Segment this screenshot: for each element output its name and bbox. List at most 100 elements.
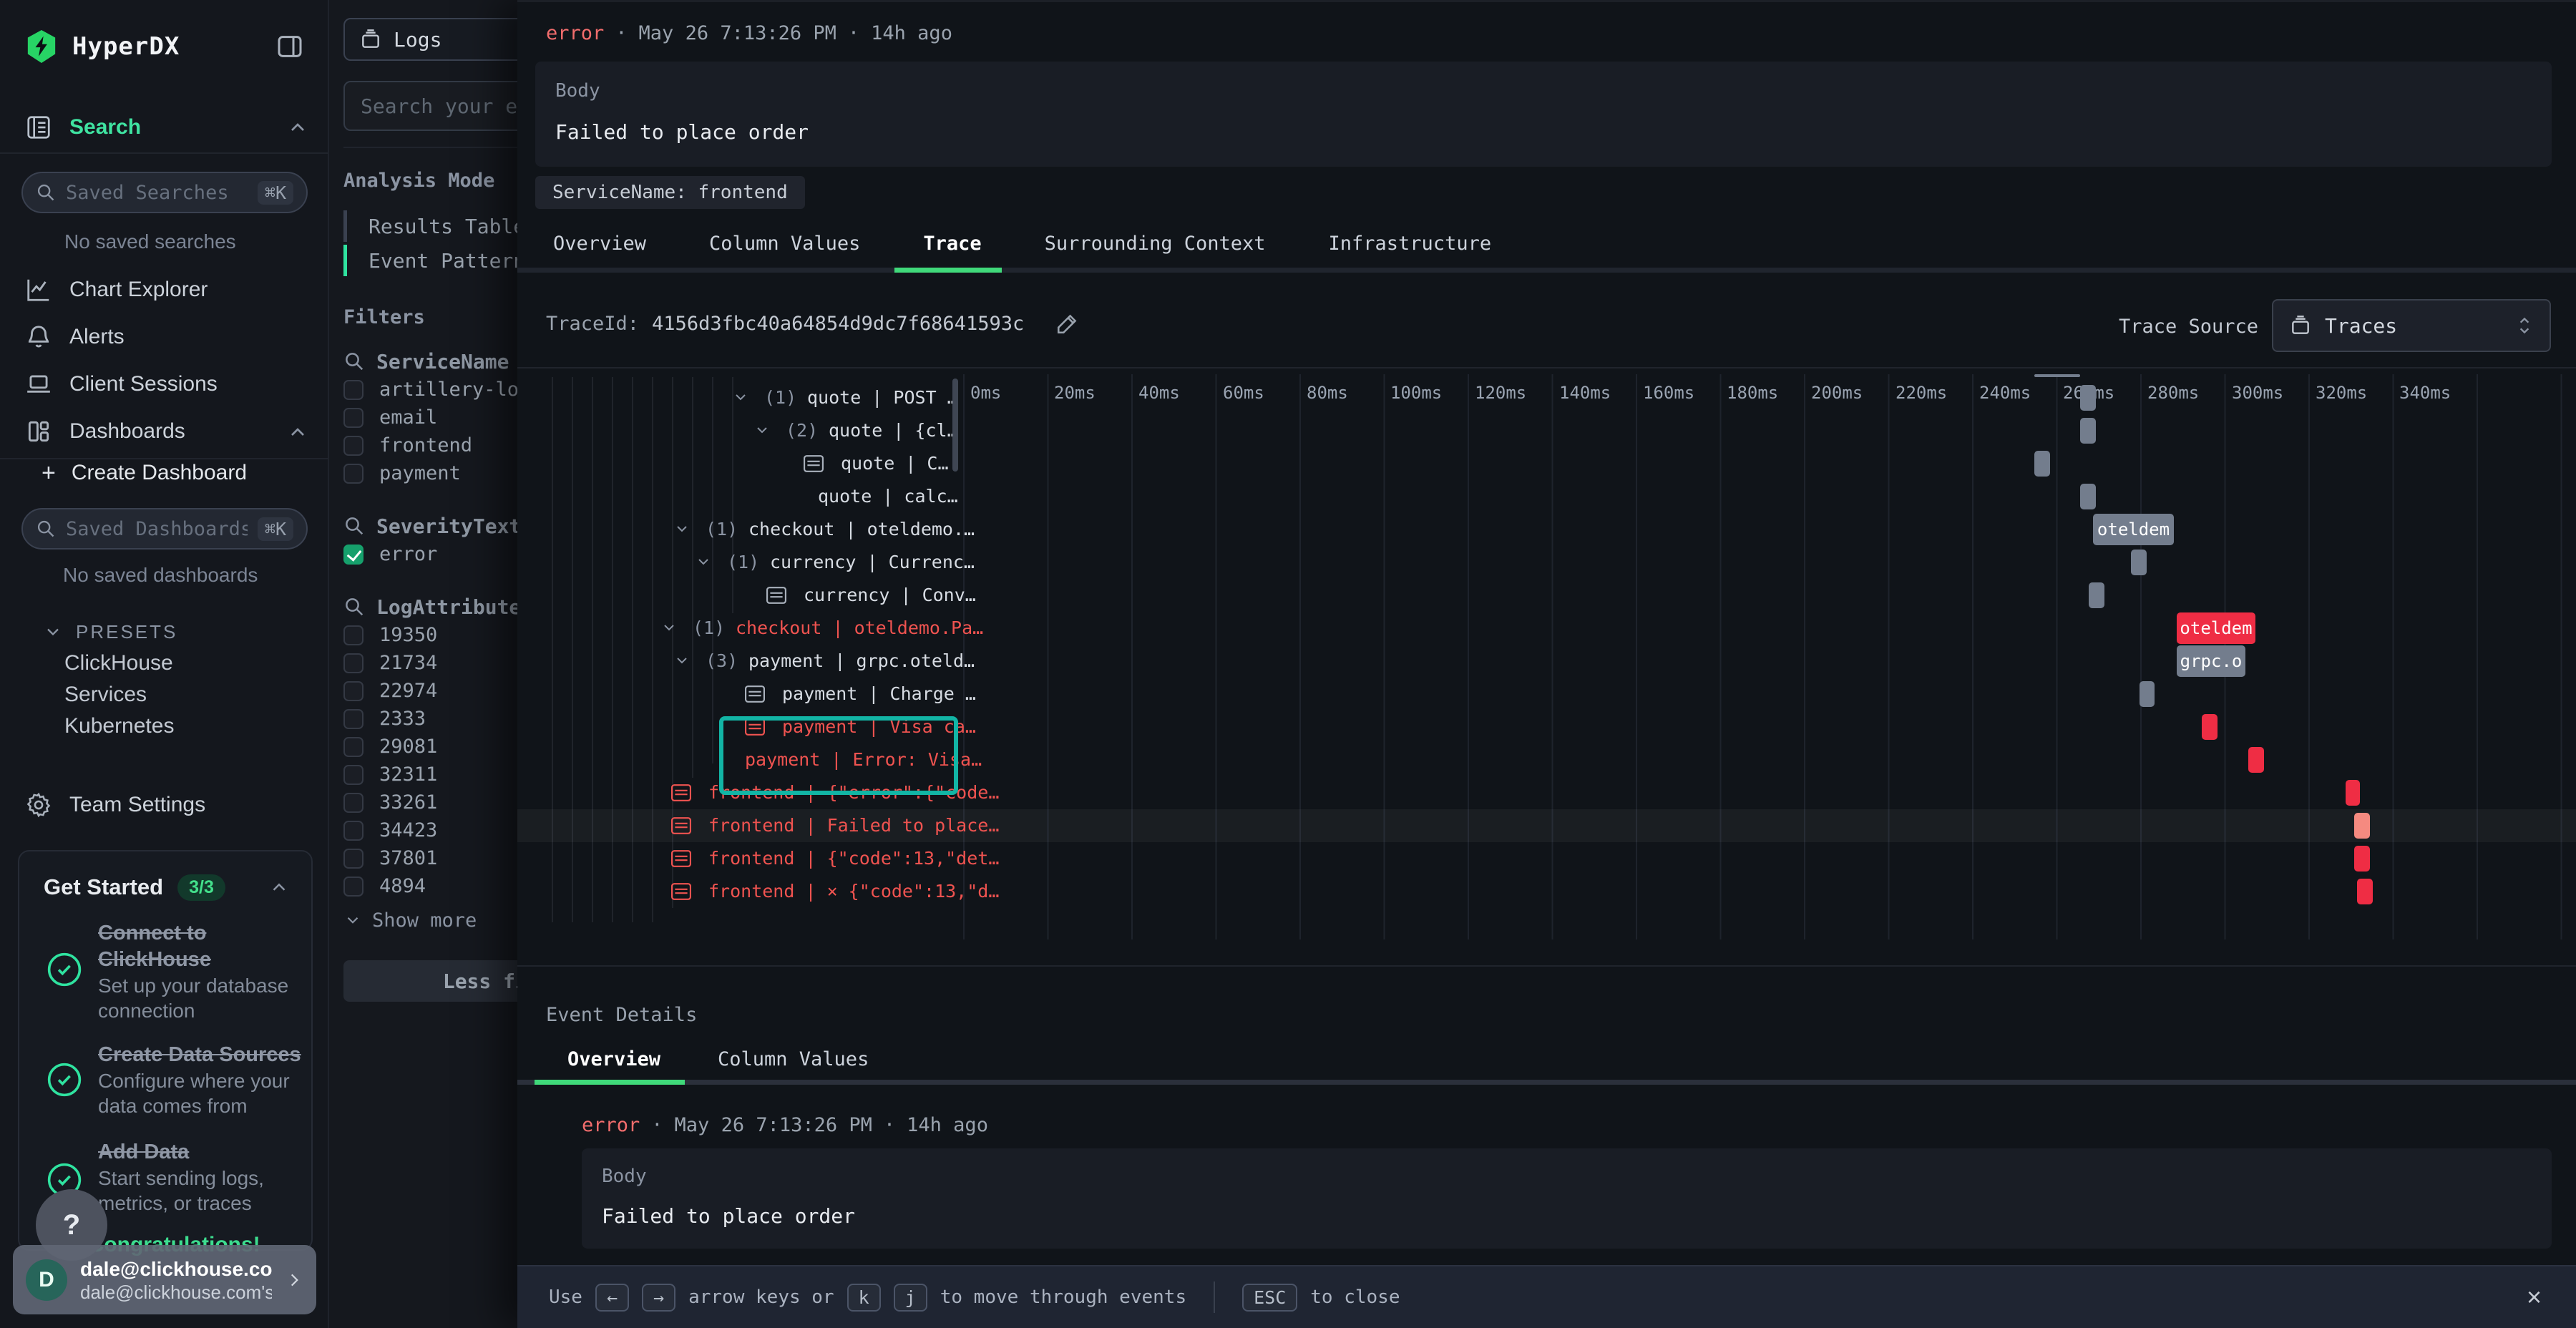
checkbox[interactable] (343, 380, 364, 400)
checkbox[interactable] (343, 821, 364, 841)
caret-down-icon[interactable] (673, 652, 691, 669)
span-bar-labeled[interactable]: grpc.o (2177, 645, 2245, 677)
filter-option[interactable]: 29081 (343, 733, 517, 761)
span-row[interactable]: (1) checkout | oteldemo.… (517, 513, 968, 546)
preset-clickhouse[interactable]: ClickHouse (64, 647, 308, 680)
span-row[interactable]: quote | C… (517, 447, 968, 480)
checkbox[interactable] (343, 793, 364, 813)
checkbox[interactable] (343, 436, 364, 456)
filter-option[interactable]: frontend (343, 431, 517, 459)
checkbox[interactable] (343, 877, 364, 897)
sidebar-item-alerts[interactable]: Alerts (25, 319, 311, 355)
mode-event-patterns[interactable]: Event Patterns (343, 243, 517, 278)
sidebar-item-client-sessions[interactable]: Client Sessions (25, 366, 311, 402)
tab-overview[interactable]: Overview (567, 1048, 660, 1070)
span-bar[interactable] (2080, 385, 2096, 411)
filter-option[interactable]: 37801 (343, 844, 517, 872)
span-bar[interactable] (2080, 484, 2096, 509)
span-row-error[interactable]: (1) checkout | oteldemo.Pa… (517, 612, 968, 645)
edit-pencil-icon[interactable] (1055, 311, 1080, 336)
mode-results-table[interactable]: Results Table (343, 209, 517, 243)
preset-services[interactable]: Services (64, 678, 308, 711)
chevron-up-icon[interactable] (268, 877, 290, 898)
span-row[interactable]: (1) quote | POST … (517, 381, 968, 414)
filter-group-servicename[interactable]: ServiceName (343, 347, 517, 376)
span-row-error[interactable]: frontend | × {"code":13,"d… (517, 875, 968, 908)
create-dashboard-button[interactable]: + Create Dashboard (42, 455, 313, 491)
span-row-error-active[interactable]: frontend | Failed to place… (517, 809, 968, 842)
preset-kubernetes[interactable]: Kubernetes (64, 710, 308, 743)
span-bar-partial[interactable] (2034, 374, 2080, 377)
span-bar-error-labeled[interactable]: oteldem (2177, 612, 2255, 644)
trace-source-select[interactable]: Traces (2272, 299, 2551, 352)
chevron-up-icon[interactable] (286, 116, 309, 139)
filter-option[interactable]: 32311 (343, 761, 517, 788)
collapse-sidebar-icon[interactable] (275, 32, 304, 61)
event-search-input[interactable]: Search your e (343, 81, 517, 131)
span-bar-error[interactable] (2346, 780, 2360, 806)
checkbox[interactable] (343, 709, 364, 729)
get-started-item[interactable]: Add Data Start sending logs, metrics, or… (98, 1139, 306, 1216)
span-bar-error[interactable] (2248, 747, 2264, 773)
span-row[interactable]: (3) payment | grpc.oteld… (517, 645, 968, 678)
span-row[interactable]: quote | calc… (517, 480, 968, 513)
caret-down-icon[interactable] (695, 553, 712, 570)
sidebar-item-dashboards[interactable]: Dashboards (25, 414, 311, 449)
checkbox[interactable] (343, 681, 364, 701)
filter-option-error[interactable]: error (343, 540, 517, 568)
filter-option[interactable]: 19350 (343, 621, 517, 649)
filter-option[interactable]: 2333 (343, 705, 517, 733)
checkbox[interactable] (343, 737, 364, 757)
checkbox[interactable] (343, 464, 364, 484)
span-bar[interactable] (2131, 550, 2147, 575)
span-bar[interactable] (2089, 582, 2104, 608)
span-bar[interactable] (2034, 451, 2050, 477)
span-bar[interactable] (2140, 681, 2155, 707)
filter-option[interactable]: artillery-loa (343, 376, 517, 404)
tab-overview[interactable]: Overview (553, 233, 646, 255)
filter-option[interactable]: 22974 (343, 677, 517, 705)
filter-option[interactable]: payment (343, 459, 517, 487)
caret-down-icon[interactable] (753, 421, 771, 439)
source-select-button[interactable]: Logs (343, 18, 517, 61)
caret-down-icon[interactable] (673, 520, 691, 537)
checkbox[interactable] (343, 653, 364, 673)
close-icon[interactable]: × (2527, 1282, 2542, 1312)
get-started-item[interactable]: Create Data Sources Configure where your… (98, 1042, 306, 1118)
user-profile-chip[interactable]: D dale@clickhouse.com dale@clickhouse.co… (13, 1245, 316, 1314)
chevron-up-icon[interactable] (286, 421, 309, 444)
caret-down-icon[interactable] (732, 389, 749, 406)
tab-trace[interactable]: Trace (923, 233, 981, 255)
span-row[interactable]: (1) currency | Currenc… (517, 546, 968, 579)
span-row[interactable]: payment | Charge … (517, 678, 968, 711)
tree-scrollbar[interactable] (952, 379, 958, 472)
checkbox[interactable] (343, 408, 364, 428)
span-bar-error-active[interactable] (2354, 813, 2370, 839)
sidebar-item-chart-explorer[interactable]: Chart Explorer (25, 272, 311, 308)
span-bar[interactable] (2080, 418, 2096, 444)
service-name-chip[interactable]: ServiceName: frontend (535, 176, 805, 209)
checkbox[interactable] (343, 625, 364, 645)
caret-down-icon[interactable] (660, 619, 678, 636)
span-row-error[interactable]: frontend | {"code":13,"det… (517, 842, 968, 875)
filter-option[interactable]: 4894 (343, 872, 517, 900)
sidebar-item-search[interactable]: Search (25, 109, 311, 146)
less-filters-button[interactable]: Less filters (343, 960, 517, 1002)
filter-option[interactable]: 33261 (343, 788, 517, 816)
tab-column-values[interactable]: Column Values (709, 233, 860, 255)
get-started-item[interactable]: Connect to ClickHouse Set up your databa… (98, 920, 291, 1023)
span-row[interactable]: currency | Conv… (517, 579, 968, 612)
checkbox[interactable] (343, 765, 364, 785)
filter-group-severitytext[interactable]: SeverityText (343, 512, 517, 540)
tab-infrastructure[interactable]: Infrastructure (1329, 233, 1492, 255)
presets-toggle[interactable]: PRESETS (43, 617, 301, 647)
tab-column-values[interactable]: Column Values (718, 1048, 869, 1070)
span-bar-error[interactable] (2357, 879, 2373, 904)
tab-surrounding-context[interactable]: Surrounding Context (1045, 233, 1266, 255)
span-bar-error[interactable] (2202, 714, 2218, 740)
checkbox-checked[interactable] (343, 545, 364, 565)
checkbox[interactable] (343, 849, 364, 869)
saved-dashboards-input[interactable]: Saved Dashboards ⌘K (21, 508, 308, 550)
saved-searches-input[interactable]: Saved Searches ⌘K (21, 172, 308, 213)
filter-option[interactable]: 21734 (343, 649, 517, 677)
